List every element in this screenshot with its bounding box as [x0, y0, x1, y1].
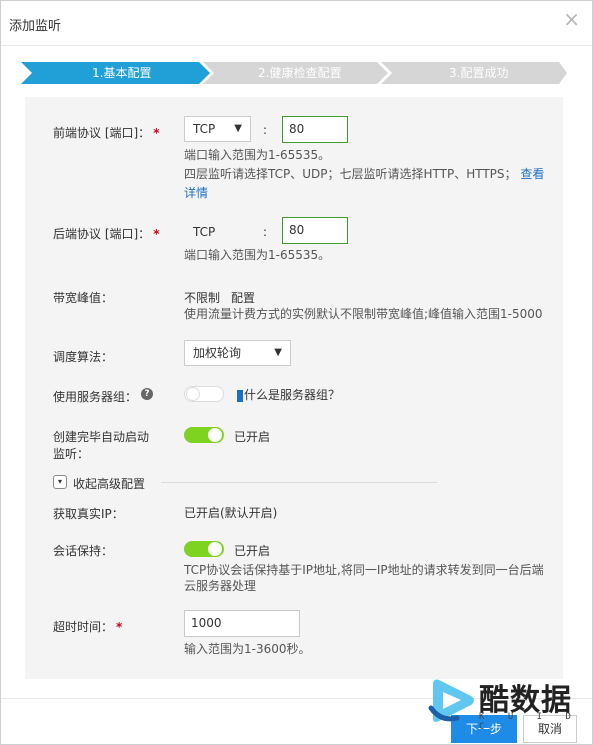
frontend-protocol-select[interactable]: TCP ▼ — [184, 116, 251, 142]
session-hint-line2: 云服务器处理 — [184, 579, 257, 593]
required-mark: * — [153, 227, 160, 241]
bandwidth-hint: 使用流量计费方式的实例默认不限制带宽峰值;峰值输入范围1-5000 — [184, 307, 543, 321]
help-icon[interactable]: ? — [141, 388, 153, 400]
toggle-knob — [186, 387, 200, 401]
frontend-protocol-label: 前端协议 [端口]： * — [53, 126, 160, 140]
info-marker-icon — [237, 389, 243, 402]
scheduler-label: 调度算法： — [53, 350, 114, 364]
backend-protocol-label: 后端协议 [端口]： * — [53, 227, 160, 241]
required-mark: * — [153, 126, 160, 140]
chevron-down-icon: ▼ — [274, 347, 282, 358]
bandwidth-label: 带宽峰值： — [53, 291, 114, 305]
timeout-hint: 输入范围为1-3600秒。 — [184, 642, 311, 656]
collapse-advanced-link[interactable]: 收起高级配置 — [73, 475, 145, 492]
backend-colon: : — [263, 225, 268, 239]
bandwidth-config-link[interactable]: 配置 — [231, 289, 255, 306]
frontend-protocol-hint: 四层监听请选择TCP、UDP；七层监听请选择HTTP、HTTPS； 查看详情 — [184, 167, 545, 200]
backend-port-hint: 端口输入范围为1-65535。 — [184, 248, 331, 262]
toggle-knob — [208, 542, 222, 556]
watermark-subtext: K U I D C — [479, 712, 580, 732]
toggle-knob — [208, 428, 222, 442]
step-1-label[interactable]: 1.基本配置 — [92, 66, 151, 80]
backend-protocol-value: TCP — [193, 225, 216, 239]
auto-start-toggle[interactable] — [184, 427, 224, 443]
server-group-label: 使用服务器组： — [53, 390, 138, 404]
watermark-logo-icon — [428, 679, 474, 722]
chevron-down-icon: ▼ — [234, 123, 242, 134]
server-group-toggle[interactable] — [184, 386, 224, 402]
real-ip-label: 获取真实IP： — [53, 507, 124, 521]
title-divider — [1, 45, 592, 46]
session-status: 已开启 — [234, 544, 271, 558]
session-toggle[interactable] — [184, 541, 224, 557]
auto-start-label-line1: 创建完毕自动启动 — [53, 430, 150, 444]
add-listener-dialog: 添加监听 × 1.基本配置 2.健康检查配置 3.配置成功 前端协议 [端口]：… — [0, 0, 593, 745]
frontend-port-input[interactable]: 80 — [282, 116, 348, 143]
wizard-steps: 1.基本配置 2.健康检查配置 3.配置成功 — [21, 62, 567, 84]
auto-start-label-line2: 监听： — [53, 447, 90, 461]
dialog-title: 添加监听 — [9, 19, 62, 34]
backend-port-input[interactable]: 80 — [282, 217, 348, 244]
step-2-label[interactable]: 2.健康检查配置 — [258, 66, 341, 80]
session-label: 会话保持： — [53, 544, 114, 558]
advanced-divider — [161, 482, 437, 483]
frontend-colon: : — [263, 123, 268, 137]
timeout-input[interactable]: 1000 — [184, 610, 300, 637]
close-icon[interactable]: × — [563, 9, 580, 29]
bandwidth-value: 不限制 — [184, 291, 221, 305]
scheduler-value: 加权轮询 — [193, 346, 242, 360]
frontend-port-hint: 端口输入范围为1-65535。 — [184, 148, 331, 162]
required-mark: * — [116, 620, 123, 634]
frontend-protocol-value: TCP — [193, 122, 216, 136]
scheduler-select[interactable]: 加权轮询 ▼ — [184, 340, 291, 366]
collapse-icon[interactable]: ▾ — [53, 475, 67, 489]
step-3-label[interactable]: 3.配置成功 — [449, 66, 508, 80]
what-is-server-group-link[interactable]: 什么是服务器组？ — [237, 386, 340, 403]
timeout-label: 超时时间： * — [53, 620, 123, 634]
auto-start-status: 已开启 — [234, 430, 271, 444]
real-ip-value: 已开启(默认开启) — [184, 506, 278, 520]
